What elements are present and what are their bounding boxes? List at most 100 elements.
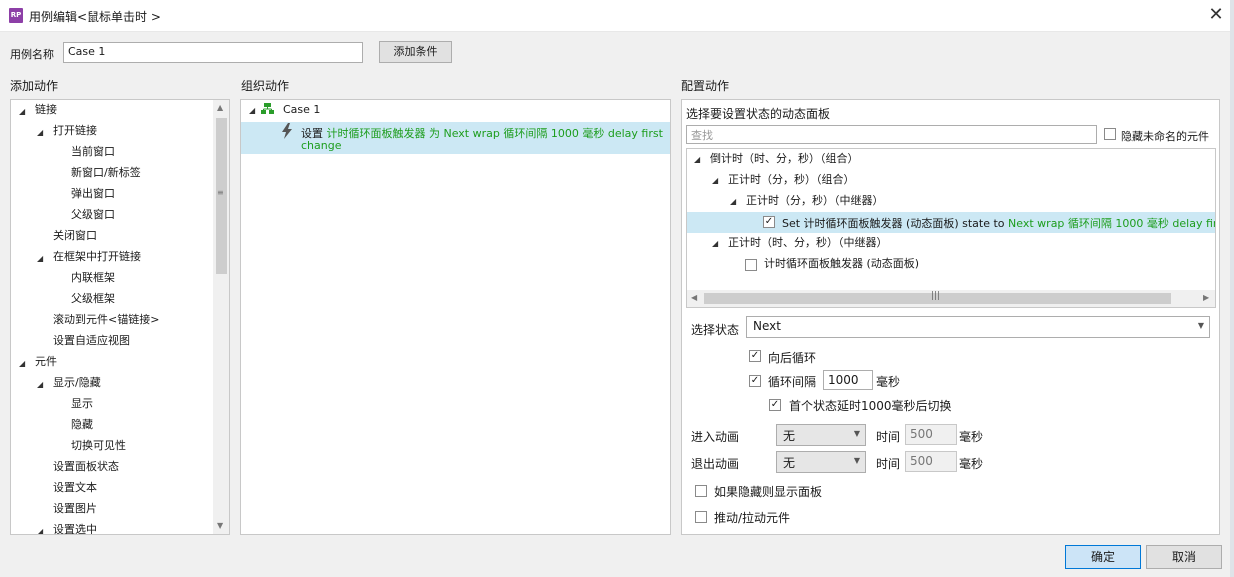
add-action-item[interactable]: 在框架中打开链接 bbox=[53, 248, 141, 266]
case-name-label: 用例名称 bbox=[10, 48, 54, 61]
unchecked-checkbox[interactable] bbox=[745, 259, 757, 271]
action-row[interactable]: 设置 计时循环面板触发器 为 Next wrap 循环间隔 1000 毫秒 de… bbox=[241, 122, 670, 154]
scroll-left-icon[interactable]: ◀ bbox=[691, 293, 697, 302]
add-action-item[interactable]: 设置文本 bbox=[53, 479, 97, 497]
scroll-up-icon[interactable]: ▲ bbox=[217, 103, 223, 112]
loop-interval-input[interactable]: 1000 bbox=[823, 370, 873, 390]
panel-tree: ◢ 倒计时（时、分，秒）（组合） ◢ 正计时（分，秒）（组合） ◢ 正计时（分，… bbox=[686, 148, 1216, 308]
case-label[interactable]: Case 1 bbox=[283, 101, 320, 119]
enter-anim-label: 进入动画 bbox=[691, 430, 740, 444]
exit-anim-value: 无 bbox=[783, 456, 796, 470]
enter-anim-value: 无 bbox=[783, 429, 796, 443]
chevron-down-icon: ▼ bbox=[853, 429, 860, 438]
add-action-item[interactable]: 链接 bbox=[35, 101, 57, 119]
expand-triangle-icon[interactable]: ◢ bbox=[37, 254, 43, 263]
exit-anim-label: 退出动画 bbox=[691, 457, 740, 471]
scroll-down-icon[interactable]: ▼ bbox=[217, 521, 223, 530]
exit-anim-dropdown[interactable]: 无 ▼ bbox=[776, 451, 866, 473]
checked-checkbox[interactable]: ✓ bbox=[763, 216, 775, 228]
chevron-down-icon: ▼ bbox=[853, 456, 860, 465]
expand-triangle-icon[interactable]: ◢ bbox=[37, 527, 43, 534]
tree-item-checked-panel[interactable]: ✓ Set 计时循环面板触发器 (动态面板) state to Next wra… bbox=[687, 212, 1215, 233]
app-icon: RP bbox=[9, 8, 23, 23]
add-actions-panel: ◢ 链接 ◢ 打开链接当前窗口新窗口/新标签 弹出窗口父级窗口关闭窗口 ◢ 在框架中打开链接… bbox=[10, 99, 230, 535]
add-actions-scrollbar[interactable]: ▲ ≡ ▼ bbox=[213, 100, 229, 534]
wrap-checkbox[interactable]: ✓ bbox=[749, 350, 761, 362]
expand-triangle-icon[interactable]: ◢ bbox=[694, 155, 700, 164]
tree-item-countdown[interactable]: 倒计时（时、分，秒）（组合） bbox=[710, 150, 859, 168]
show-if-hidden-checkbox[interactable] bbox=[695, 485, 707, 497]
add-action-item[interactable]: 当前窗口 bbox=[71, 143, 115, 161]
add-actions-header: 添加动作 bbox=[10, 79, 59, 93]
expand-triangle-icon[interactable]: ◢ bbox=[19, 359, 25, 368]
exit-time-unit: 毫秒 bbox=[959, 457, 984, 471]
add-action-item[interactable]: 设置选中 bbox=[53, 521, 97, 534]
case-name-input[interactable]: Case 1 bbox=[63, 42, 363, 63]
loop-unit: 毫秒 bbox=[876, 375, 901, 389]
expand-triangle-icon[interactable]: ◢ bbox=[712, 239, 718, 248]
expand-triangle-icon[interactable]: ◢ bbox=[37, 128, 43, 137]
cancel-button[interactable]: 取消 bbox=[1146, 545, 1222, 569]
add-condition-button[interactable]: 添加条件 bbox=[379, 41, 452, 63]
enter-time-input[interactable]: 500 bbox=[905, 424, 957, 445]
add-action-item[interactable]: 隐藏 bbox=[71, 416, 93, 434]
checked-item-label: Set 计时循环面板触发器 (动态面板) state to Next wrap … bbox=[782, 217, 1215, 230]
close-icon[interactable]: ✕ bbox=[1207, 6, 1225, 24]
window-title: 用例编辑<鼠标单击时 > bbox=[29, 10, 161, 24]
push-pull-checkbox[interactable] bbox=[695, 511, 707, 523]
tree-item-countup-repeater[interactable]: 正计时（分，秒）（中继器） bbox=[746, 192, 884, 210]
configure-actions-header: 配置动作 bbox=[681, 79, 730, 93]
tree-item-countup-hms[interactable]: 正计时（时、分，秒）（中继器） bbox=[728, 234, 888, 252]
first-delay-checkbox[interactable]: ✓ bbox=[769, 399, 781, 411]
organize-actions-header: 组织动作 bbox=[241, 79, 290, 93]
horizontal-scrollbar[interactable]: ◀ ||| ▶ bbox=[687, 290, 1215, 307]
exit-time-label: 时间 bbox=[876, 457, 901, 471]
expand-triangle-icon[interactable]: ◢ bbox=[249, 106, 255, 115]
select-state-dropdown[interactable]: Next ▼ bbox=[746, 316, 1210, 338]
add-action-item[interactable]: 父级框架 bbox=[71, 290, 115, 308]
exit-time-input[interactable]: 500 bbox=[905, 451, 957, 472]
search-input[interactable]: 查找 bbox=[686, 125, 1097, 144]
add-action-item[interactable]: 设置面板状态 bbox=[53, 458, 119, 476]
add-action-item[interactable]: 弹出窗口 bbox=[71, 185, 115, 203]
action-line-2: change bbox=[301, 139, 342, 152]
add-action-item[interactable]: 设置自适应视图 bbox=[53, 332, 130, 350]
unchecked-item-label[interactable]: 计时循环面板触发器 (动态面板) bbox=[764, 255, 919, 273]
expand-triangle-icon[interactable]: ◢ bbox=[712, 176, 718, 185]
background-strip bbox=[1230, 0, 1234, 577]
add-action-item[interactable]: 设置图片 bbox=[53, 500, 97, 518]
expand-triangle-icon[interactable]: ◢ bbox=[19, 107, 25, 116]
loop-label: 循环间隔 bbox=[768, 375, 817, 389]
push-pull-label: 推动/拉动元件 bbox=[714, 511, 791, 525]
add-action-item[interactable]: 父级窗口 bbox=[71, 206, 115, 224]
scroll-right-icon[interactable]: ▶ bbox=[1203, 293, 1209, 302]
case-icon bbox=[261, 103, 274, 115]
hide-unnamed-label: 隐藏未命名的元件 bbox=[1121, 130, 1209, 143]
add-action-item[interactable]: 新窗口/新标签 bbox=[71, 164, 141, 182]
add-action-item[interactable]: 关闭窗口 bbox=[53, 227, 97, 245]
show-if-hidden-label: 如果隐藏则显示面板 bbox=[714, 485, 823, 499]
enter-time-label: 时间 bbox=[876, 430, 901, 444]
loop-checkbox[interactable]: ✓ bbox=[749, 375, 761, 387]
grip-icon: ||| bbox=[931, 291, 941, 301]
add-action-item[interactable]: 显示 bbox=[71, 395, 93, 413]
wrap-label: 向后循环 bbox=[768, 351, 817, 365]
ok-button[interactable]: 确定 bbox=[1065, 545, 1141, 569]
first-delay-label: 首个状态延时1000毫秒后切换 bbox=[789, 399, 952, 413]
add-action-item[interactable]: 元件 bbox=[35, 353, 57, 371]
expand-triangle-icon[interactable]: ◢ bbox=[37, 380, 43, 389]
configure-actions-panel: 选择要设置状态的动态面板 查找 隐藏未命名的元件 ◢ 倒计时（时、分，秒）（组合… bbox=[681, 99, 1220, 535]
add-action-item[interactable]: 切换可见性 bbox=[71, 437, 126, 455]
add-action-item[interactable]: 显示/隐藏 bbox=[53, 374, 101, 392]
add-action-item[interactable]: 滚动到元件<锚链接> bbox=[53, 311, 159, 329]
expand-triangle-icon[interactable]: ◢ bbox=[730, 197, 736, 206]
lightning-icon bbox=[281, 123, 293, 139]
add-action-item[interactable]: 打开链接 bbox=[53, 122, 97, 140]
hide-unnamed-checkbox[interactable] bbox=[1104, 128, 1116, 140]
enter-anim-dropdown[interactable]: 无 ▼ bbox=[776, 424, 866, 446]
add-action-item[interactable]: 内联框架 bbox=[71, 269, 115, 287]
action-line-1: 设置 计时循环面板触发器 为 Next wrap 循环间隔 1000 毫秒 de… bbox=[301, 127, 663, 140]
enter-time-unit: 毫秒 bbox=[959, 430, 984, 444]
tree-item-countup-group[interactable]: 正计时（分，秒）（组合） bbox=[728, 171, 855, 189]
chevron-down-icon: ▼ bbox=[1197, 321, 1204, 330]
